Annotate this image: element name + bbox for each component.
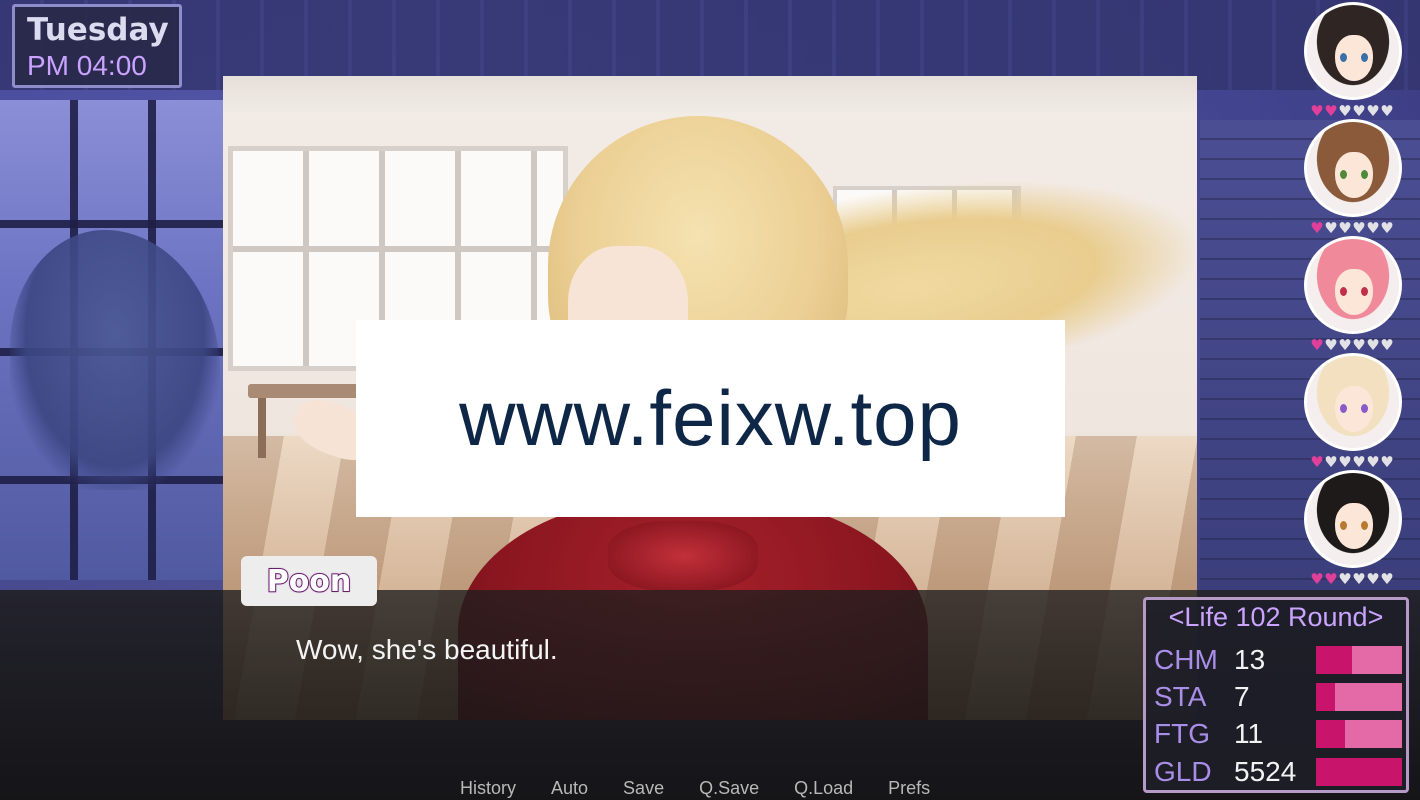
stat-bar-fill [1316,683,1335,711]
stat-bar [1316,646,1402,674]
stat-row-gld: GLD 5524 [1154,755,1404,789]
heart-empty-icon: ♥ [1338,453,1352,471]
avatar-eye [1340,404,1347,413]
heart-empty-icon: ♥ [1380,453,1394,471]
heart-empty-icon: ♥ [1380,336,1394,354]
stat-bar-fill [1316,758,1402,786]
prefs-button[interactable]: Prefs [888,776,930,800]
avatar-eye [1361,53,1368,62]
stat-bar [1316,758,1402,786]
heart-filled-icon: ♥ [1310,102,1324,120]
stat-row-ftg: FTG 11 [1154,717,1404,751]
heart-empty-icon: ♥ [1352,102,1366,120]
stat-label: GLD [1154,756,1212,787]
heart-empty-icon: ♥ [1366,219,1380,237]
heart-empty-icon: ♥ [1338,336,1352,354]
heart-empty-icon: ♥ [1366,570,1380,588]
heart-filled-icon: ♥ [1310,219,1324,237]
heart-empty-icon: ♥ [1380,570,1394,588]
stat-value: 11 [1234,718,1264,749]
heart-empty-icon: ♥ [1366,453,1380,471]
day-time-panel: Tuesday PM 04:00 [12,4,182,88]
heart-empty-icon: ♥ [1380,219,1394,237]
stats-title: <Life 102 Round> [1168,602,1384,632]
avatar-eye [1340,53,1347,62]
heart-empty-icon: ♥ [1352,219,1366,237]
affection-hearts: ♥ ♥ ♥ ♥ ♥ ♥ [1304,220,1404,236]
heart-empty-icon: ♥ [1366,336,1380,354]
character-portrait-list: ♥ ♥ ♥ ♥ ♥ ♥ ♥ ♥ ♥ ♥ ♥ ♥ ♥ ♥ ♥ ♥ ♥ ♥ ♥ ♥ ♥ ♥ ♥ ♥ ♥ ♥ ♥ ♥ ♥ ♥ [1300,0,1410,590]
auto-button[interactable]: Auto [551,776,588,800]
character-avatar[interactable] [1304,2,1402,100]
character-dress-bow [608,521,758,591]
affection-hearts: ♥ ♥ ♥ ♥ ♥ ♥ [1304,337,1404,353]
stat-bar [1316,683,1402,711]
character-avatar[interactable] [1304,353,1402,451]
stat-bar-fill [1316,646,1353,674]
heart-empty-icon: ♥ [1324,453,1338,471]
stat-label: STA [1154,681,1207,712]
heart-empty-icon: ♥ [1338,219,1352,237]
heart-empty-icon: ♥ [1352,453,1366,471]
heart-empty-icon: ♥ [1352,570,1366,588]
character-portrait[interactable]: ♥ ♥ ♥ ♥ ♥ ♥ [1304,470,1404,587]
avatar-eye [1361,404,1368,413]
heart-filled-icon: ♥ [1310,453,1324,471]
speaker-name: Poon [266,563,353,600]
character-avatar[interactable] [1304,236,1402,334]
affection-hearts: ♥ ♥ ♥ ♥ ♥ ♥ [1304,454,1404,470]
character-avatar[interactable] [1304,119,1402,217]
affection-hearts: ♥ ♥ ♥ ♥ ♥ ♥ [1304,103,1404,119]
day-label: Tuesday [27,12,169,48]
save-button[interactable]: Save [623,776,664,800]
speaker-namebox: Poon [241,556,377,606]
heart-filled-icon: ♥ [1310,336,1324,354]
avatar-eye [1340,521,1347,530]
stats-panel: <Life 102 Round> CHM 13 STA 7 FTG 11 GLD… [1143,597,1409,793]
avatar-eye [1340,170,1347,179]
cg-ceiling [223,76,1197,116]
stat-label: FTG [1154,718,1210,749]
avatar-eye [1340,287,1347,296]
heart-filled-icon: ♥ [1310,570,1324,588]
character-avatar[interactable] [1304,470,1402,568]
dialogue-text: Wow, she's beautiful. [296,634,558,665]
affection-hearts: ♥ ♥ ♥ ♥ ♥ ♥ [1304,571,1404,587]
quick-load-button[interactable]: Q.Load [794,776,853,800]
watermark-overlay: www.feixw.top [356,320,1065,517]
heart-empty-icon: ♥ [1338,102,1352,120]
character-portrait[interactable]: ♥ ♥ ♥ ♥ ♥ ♥ [1304,236,1404,353]
avatar-eye [1361,287,1368,296]
heart-empty-icon: ♥ [1366,102,1380,120]
watermark-text: www.feixw.top [459,374,962,462]
stat-bar [1316,720,1402,748]
stat-bar-fill [1316,720,1346,748]
heart-filled-icon: ♥ [1324,570,1338,588]
avatar-eye [1361,521,1368,530]
character-portrait[interactable]: ♥ ♥ ♥ ♥ ♥ ♥ [1304,2,1404,119]
character-portrait[interactable]: ♥ ♥ ♥ ♥ ♥ ♥ [1304,353,1404,470]
stat-row-chm: CHM 13 [1154,643,1404,677]
heart-empty-icon: ♥ [1352,336,1366,354]
heart-empty-icon: ♥ [1324,336,1338,354]
stat-value: 7 [1234,681,1250,712]
stat-row-sta: STA 7 [1154,680,1404,714]
time-label: PM 04:00 [27,50,147,81]
stat-value: 5524 [1234,756,1297,787]
heart-empty-icon: ♥ [1338,570,1352,588]
avatar-eye [1361,170,1368,179]
heart-empty-icon: ♥ [1380,102,1394,120]
quick-menu: History Auto Save Q.Save Q.Load Prefs [460,776,930,800]
quick-save-button[interactable]: Q.Save [699,776,759,800]
history-button[interactable]: History [460,776,516,800]
stat-label: CHM [1154,644,1218,675]
heart-empty-icon: ♥ [1324,219,1338,237]
heart-filled-icon: ♥ [1324,102,1338,120]
stat-value: 13 [1234,644,1266,675]
character-portrait[interactable]: ♥ ♥ ♥ ♥ ♥ ♥ [1304,119,1404,236]
